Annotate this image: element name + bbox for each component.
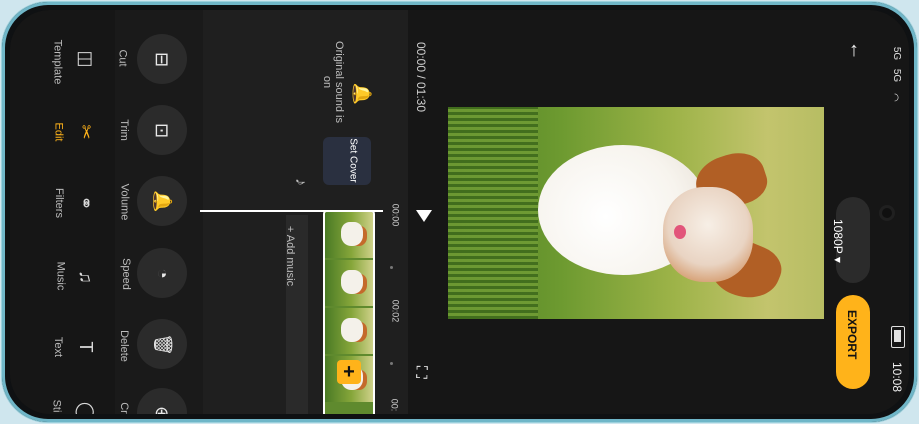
bottom-tab-bar: ◫ Template ✂ Edit ⚭ Filters ♫ Music T Te… — [10, 10, 115, 414]
trim-button[interactable]: ⊡ — [137, 105, 187, 155]
speed-label: Speed — [119, 258, 132, 290]
sticker-icon: ◯ — [76, 401, 96, 414]
fullscreen-icon[interactable]: ⛶ — [413, 365, 431, 383]
volume-button[interactable]: 🔔 — [137, 176, 187, 226]
video-preview[interactable] — [448, 107, 824, 319]
tab-template-label: Template — [51, 39, 64, 85]
delete-label: Delete — [117, 330, 130, 362]
grass — [448, 107, 538, 319]
original-sound-status: Original sound is on — [321, 41, 345, 123]
scissors-icon: ✂ — [76, 124, 96, 140]
template-icon: ◫ — [76, 50, 96, 68]
tab-edit-label: Edit — [52, 122, 65, 142]
trim-label: Trim — [117, 119, 130, 141]
crop-icon: ⊕ — [152, 405, 173, 414]
tab-filters-label: Filters — [52, 188, 65, 218]
export-button[interactable]: EXPORT — [836, 295, 870, 389]
screen: ◫ Template ✂ Edit ⚭ Filters ♫ Music T Te… — [10, 10, 909, 414]
clip-frame — [325, 212, 373, 258]
status-bar: 5G 5G ◠ 10:08 — [888, 40, 908, 400]
tab-music-label: Music — [54, 261, 67, 291]
trim-icon: ⊡ — [152, 122, 173, 138]
quality-label: 1080P ▾ — [831, 219, 845, 263]
signal-indicator: 5G — [891, 68, 903, 83]
play-icon[interactable] — [416, 210, 432, 222]
timeline-tick — [390, 266, 393, 269]
delete-icon: 🗑 — [152, 332, 173, 356]
clock: 10:08 — [890, 361, 905, 393]
music-note-icon: ♪ — [292, 178, 309, 186]
phone-frame: ◫ Template ✂ Edit ⚭ Filters ♫ Music T Te… — [2, 2, 917, 422]
wifi-icon: ◠ — [888, 93, 900, 102]
text-icon: T — [76, 341, 96, 353]
speed-button[interactable]: ◔ — [137, 248, 187, 298]
volume-icon: 🔔 — [152, 189, 173, 213]
music-icon: ♫ — [76, 270, 96, 284]
export-label: EXPORT — [845, 310, 859, 360]
cut-icon: ⊟ — [152, 51, 173, 67]
quality-dropdown[interactable]: 1080P ▾ — [831, 197, 870, 283]
playback-time: 00:00 / 01:30 — [414, 41, 429, 113]
volume-label: Volume — [118, 183, 131, 221]
delete-button[interactable]: 🗑 — [137, 319, 187, 369]
timeline-mark: 00: — [389, 398, 400, 412]
speed-icon: ◔ — [152, 267, 173, 279]
up-arrow-icon[interactable]: ↑ — [844, 40, 864, 60]
battery-icon — [891, 326, 905, 348]
add-clip-button[interactable]: + — [337, 360, 361, 384]
sound-icon[interactable]: 🔔 — [348, 82, 372, 106]
set-cover-button[interactable]: Set Cover — [323, 137, 371, 185]
timeline-tick — [390, 362, 393, 365]
crop-label: Cr — [117, 402, 130, 414]
filters-icon: ⚭ — [76, 195, 96, 211]
clip-frame — [325, 260, 373, 306]
add-music-label: + Add music — [284, 225, 297, 287]
dog-tongue — [674, 225, 686, 239]
set-cover-label: Set Cover — [347, 138, 359, 183]
cut-button[interactable]: ⊟ — [137, 34, 187, 84]
timeline-mark: 00:02 — [390, 299, 401, 323]
cut-label: Cut — [116, 49, 129, 67]
tab-sticker-label: Sti — [50, 399, 63, 413]
signal-indicator: 5G — [891, 46, 903, 61]
tab-text-label: Text — [52, 336, 65, 358]
clip-frame — [325, 308, 373, 354]
timeline-mark: 00:00 — [390, 203, 401, 227]
